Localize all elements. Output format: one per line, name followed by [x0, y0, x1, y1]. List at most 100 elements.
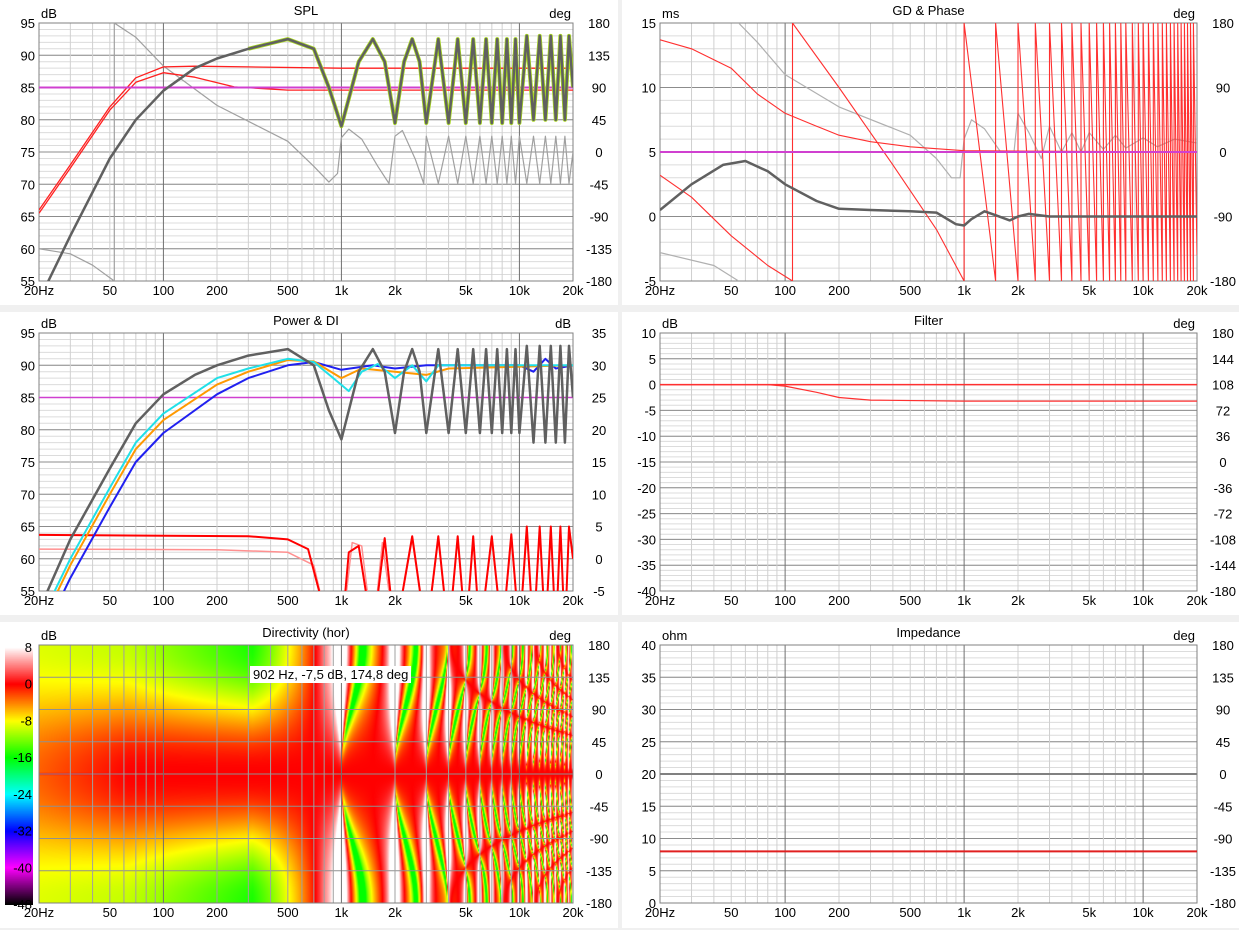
right-tick-label: -180	[586, 896, 612, 911]
right-tick-label: 135	[1212, 670, 1234, 685]
left-tick-label: 15	[642, 16, 656, 31]
right-tick-label: -144	[1210, 558, 1236, 573]
right-tick-label: -180	[1210, 584, 1236, 599]
x-tick-label: 5k	[1082, 905, 1096, 920]
right-tick-label: -108	[1210, 532, 1236, 547]
directivity-cursor-tooltip: 902 Hz, -7,5 dB, 174,8 deg	[250, 666, 412, 683]
x-tick-label: 10k	[1133, 283, 1154, 298]
x-tick-label: 2k	[388, 283, 402, 298]
left-tick-label: 60	[21, 552, 35, 567]
left-tick-label: 80	[21, 113, 35, 128]
x-tick-label: 50	[103, 283, 117, 298]
left-tick-label: 10	[642, 81, 656, 96]
left-tick-label: 85	[21, 81, 35, 96]
left-tick-label: -35	[637, 558, 656, 573]
x-tick-label: 20Hz	[24, 905, 54, 920]
x-tick-label: 2k	[1011, 905, 1025, 920]
right-tick-label: -45	[590, 177, 609, 192]
right-tick-label: 180	[1212, 638, 1234, 653]
x-tick-label: 20k	[563, 283, 584, 298]
left-tick-label: 65	[21, 210, 35, 225]
right-tick-label: 180	[1212, 16, 1234, 31]
x-tick-label: 50	[103, 593, 117, 608]
right-tick-label: 45	[592, 113, 606, 128]
right-tick-label: 90	[1216, 81, 1230, 96]
x-tick-label: 20k	[1187, 593, 1208, 608]
x-tick-label: 20k	[1187, 905, 1208, 920]
x-tick-label: 500	[899, 593, 921, 608]
x-tick-label: 10k	[509, 593, 530, 608]
chart-title: SPL	[294, 3, 319, 18]
right-tick-label: -135	[1210, 864, 1236, 879]
x-tick-label: 10k	[509, 283, 530, 298]
x-tick-label: 500	[899, 905, 921, 920]
x-tick-label: 5k	[459, 905, 473, 920]
right-tick-label: -90	[1214, 210, 1233, 225]
x-tick-label: 1k	[957, 593, 971, 608]
chart-title: Directivity (hor)	[262, 625, 349, 640]
left-tick-label: 85	[21, 391, 35, 406]
right-tick-label: -36	[1214, 481, 1233, 496]
right-tick-label: 15	[592, 455, 606, 470]
chart-title: Impedance	[896, 625, 960, 640]
x-tick-label: 20Hz	[645, 283, 675, 298]
right-tick-label: -180	[1210, 274, 1236, 289]
right-axis-unit: deg	[549, 6, 571, 21]
x-tick-label: 200	[206, 593, 228, 608]
left-tick-label: -24	[13, 787, 32, 802]
left-tick-label: 15	[642, 799, 656, 814]
right-tick-label: 72	[1216, 403, 1230, 418]
x-tick-label: 100	[774, 905, 796, 920]
right-tick-label: -90	[1214, 832, 1233, 847]
chart-title: GD & Phase	[892, 3, 964, 18]
right-tick-label: 30	[592, 358, 606, 373]
x-tick-label: 10k	[509, 905, 530, 920]
right-axis-unit: deg	[1173, 316, 1195, 331]
right-tick-label: 0	[1219, 455, 1226, 470]
left-tick-label: 0	[649, 210, 656, 225]
chart-impedance: Impedanceohm deg4035302520151050180135904…	[642, 625, 1236, 920]
chart-gd-phase: GD & Phasems deg151050-5180900-90-18020Hz…	[642, 3, 1236, 298]
x-tick-label: 20Hz	[24, 283, 54, 298]
x-tick-label: 200	[206, 283, 228, 298]
left-tick-label: 40	[642, 638, 656, 653]
left-tick-label: 35	[642, 670, 656, 685]
x-tick-label: 200	[828, 593, 850, 608]
right-axis-unit: deg	[549, 628, 571, 643]
left-tick-label: 70	[21, 487, 35, 502]
right-tick-label: 20	[592, 423, 606, 438]
x-tick-label: 100	[153, 905, 175, 920]
x-tick-label: 20Hz	[24, 593, 54, 608]
right-tick-label: 0	[595, 145, 602, 160]
x-tick-label: 1k	[335, 283, 349, 298]
x-tick-label: 20k	[563, 905, 584, 920]
right-tick-label: 25	[592, 391, 606, 406]
left-axis-unit: ohm	[662, 628, 687, 643]
x-tick-label: 1k	[957, 905, 971, 920]
chart-title: Power & DI	[273, 313, 339, 328]
right-tick-label: 90	[592, 703, 606, 718]
left-tick-label: 0	[649, 378, 656, 393]
left-tick-label: 75	[21, 145, 35, 160]
right-tick-label: -72	[1214, 507, 1233, 522]
right-tick-label: 0	[595, 767, 602, 782]
left-tick-label: 60	[21, 242, 35, 257]
x-tick-label: 500	[899, 283, 921, 298]
x-tick-label: 50	[103, 905, 117, 920]
left-tick-label: -16	[13, 750, 32, 765]
right-tick-label: 45	[1216, 735, 1230, 750]
x-tick-label: 20k	[1187, 283, 1208, 298]
x-tick-label: 100	[774, 593, 796, 608]
right-tick-label: 35	[592, 326, 606, 341]
x-tick-label: 2k	[388, 593, 402, 608]
left-axis-unit: dB	[41, 628, 57, 643]
left-tick-label: 65	[21, 520, 35, 535]
right-tick-label: 0	[1219, 767, 1226, 782]
right-tick-label: 180	[1212, 326, 1234, 341]
charts: SPLdB deg95908580757065605518013590450-45…	[13, 3, 1236, 920]
x-tick-label: 20Hz	[645, 905, 675, 920]
right-tick-label: -135	[586, 864, 612, 879]
x-tick-label: 50	[724, 905, 738, 920]
left-tick-label: 5	[649, 864, 656, 879]
right-tick-label: 135	[588, 48, 610, 63]
